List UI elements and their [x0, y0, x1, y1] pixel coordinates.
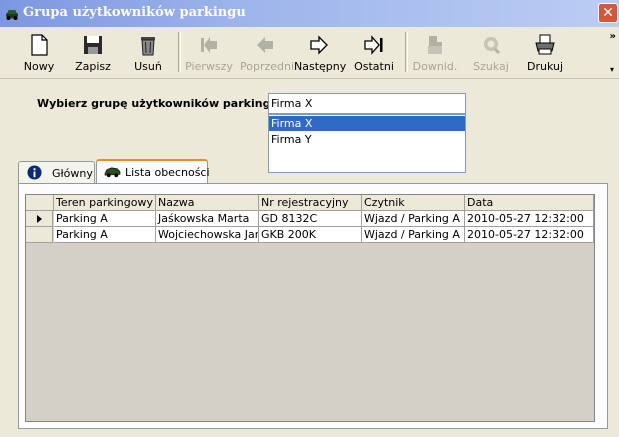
cell-czytnik[interactable]: Wjazd / Parking A	[362, 211, 465, 227]
column-header-nazwa[interactable]: Nazwa	[156, 195, 259, 211]
group-select-value: Firma X	[271, 97, 313, 110]
column-header-teren[interactable]: Teren parkingowy	[54, 195, 156, 211]
cell-nr-rejestracyjny[interactable]: GD 8132C	[259, 211, 362, 227]
cell-data[interactable]: 2010-05-27 12:32:00	[465, 227, 594, 243]
info-icon	[27, 165, 42, 180]
download-icon	[428, 36, 442, 54]
toolbar-overflow-button[interactable]: »	[610, 31, 616, 42]
toolbar-separator	[178, 32, 181, 72]
first-button-label: Pierwszy	[185, 60, 233, 73]
floppy-disk-icon	[84, 36, 102, 54]
first-record-icon	[201, 37, 217, 53]
next-record-icon	[310, 35, 328, 55]
cell-data[interactable]: 2010-05-27 12:32:00	[465, 211, 594, 227]
toolbar-separator	[405, 32, 408, 72]
column-header-nr-rejestracyjny[interactable]: Nr rejestracyjny	[259, 195, 362, 211]
first-button[interactable]: Pierwszy	[184, 30, 234, 76]
title-bar[interactable]: Grupa użytkowników parkingu ✕	[0, 0, 619, 27]
cell-teren[interactable]: Parking A	[54, 211, 156, 227]
download-button-label: Downld.	[412, 60, 458, 73]
search-button[interactable]: Szukaj	[466, 30, 516, 76]
cell-teren[interactable]: Parking A	[54, 227, 156, 243]
group-select-dropdown-list[interactable]: Firma X Firma Y	[268, 114, 466, 173]
search-button-label: Szukaj	[473, 60, 509, 73]
tab-glowny[interactable]: Główny	[18, 161, 95, 183]
delete-button-label: Usuń	[134, 60, 162, 73]
print-button[interactable]: Drukuj	[520, 30, 570, 76]
toolbar-options-dropdown[interactable]: ▾	[610, 65, 614, 74]
tab-lista-obecnosci-label: Lista obecności	[125, 166, 210, 179]
close-button[interactable]: ✕	[598, 3, 618, 23]
attendance-grid[interactable]: Teren parkingowy Nazwa Nr rejestracyjny …	[25, 194, 595, 422]
trash-can-icon	[141, 37, 155, 56]
download-button[interactable]: Downld.	[410, 30, 460, 76]
next-button-label: Następny	[294, 60, 347, 73]
group-select-label: Wybierz grupę użytkowników parkingu :	[37, 97, 287, 110]
print-button-label: Drukuj	[526, 60, 564, 73]
cell-nr-rejestracyjny[interactable]: GKB 200K	[259, 227, 362, 243]
new-button[interactable]: Nowy	[14, 30, 64, 76]
grid-corner-cell	[26, 195, 54, 211]
tab-glowny-label: Główny	[52, 167, 93, 180]
group-option-firma-x[interactable]: Firma X	[269, 116, 465, 131]
group-select-combobox[interactable]: Firma X	[268, 93, 466, 114]
save-button[interactable]: Zapisz	[68, 30, 118, 76]
close-icon: ✕	[602, 5, 614, 21]
window-title: Grupa użytkowników parkingu	[23, 5, 246, 20]
new-button-label: Nowy	[23, 60, 55, 73]
row-indicator[interactable]	[26, 227, 53, 243]
cell-czytnik[interactable]: Wjazd / Parking A	[362, 227, 465, 243]
current-row-indicator[interactable]	[26, 211, 53, 227]
last-button[interactable]: Ostatni	[349, 30, 399, 76]
car-icon	[104, 167, 121, 178]
previous-button-label: Poprzedni	[240, 60, 295, 73]
save-button-label: Zapisz	[75, 60, 111, 73]
cell-nazwa[interactable]: Wojciechowska Jar	[156, 227, 259, 243]
new-document-icon	[31, 34, 48, 56]
previous-record-icon	[257, 37, 273, 53]
column-header-data[interactable]: Data	[465, 195, 594, 211]
row-pointer-icon	[37, 215, 42, 223]
last-button-label: Ostatni	[354, 60, 394, 73]
search-icon	[484, 37, 501, 55]
group-option-firma-y[interactable]: Firma Y	[269, 132, 465, 147]
last-record-icon	[364, 35, 383, 55]
previous-button[interactable]: Poprzedni	[240, 30, 295, 76]
printer-icon	[535, 34, 555, 55]
app-icon	[6, 10, 18, 20]
column-header-czytnik[interactable]: Czytnik	[362, 195, 465, 211]
tab-lista-obecnosci[interactable]: Lista obecności	[96, 159, 210, 183]
next-button[interactable]: Następny	[294, 30, 347, 76]
cell-nazwa[interactable]: Jaśkowska Marta	[156, 211, 259, 227]
toolbar: Nowy Zapisz Usuń Pierwszy Poprzedni Nast…	[0, 27, 619, 79]
delete-button[interactable]: Usuń	[123, 30, 173, 76]
